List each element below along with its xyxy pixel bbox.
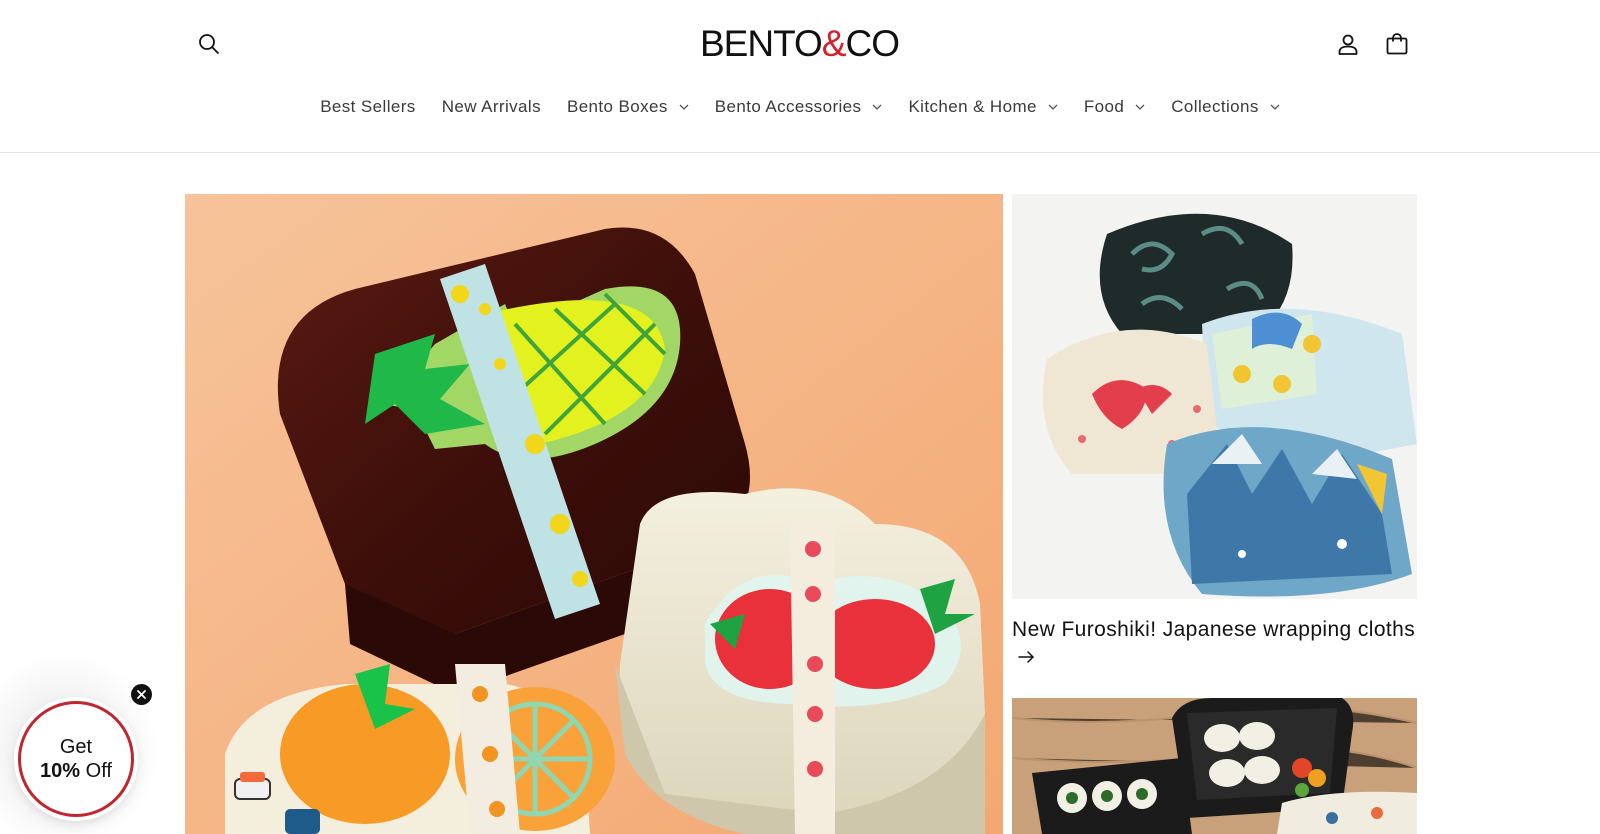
furoshiki-image-card[interactable] [1012, 194, 1417, 599]
close-icon [137, 690, 146, 699]
nav-item-bento-boxes[interactable]: Bento Boxes [554, 97, 702, 117]
nav-item-label: Kitchen & Home [908, 97, 1037, 116]
nav-item-best-sellers[interactable]: Best Sellers [307, 97, 429, 117]
bento-boxes-illustration [185, 194, 1003, 834]
nav-item-bento-accessories[interactable]: Bento Accessories [702, 97, 896, 117]
cart-button[interactable] [1381, 28, 1413, 60]
promo-text-get: Get [59, 736, 93, 758]
nav-item-label: Best Sellers [320, 97, 416, 116]
chevron-down-icon [872, 104, 882, 110]
nav-item-label: Bento Boxes [566, 97, 668, 116]
nav-item-collections[interactable]: Collections [1158, 97, 1293, 117]
promo-text-discount: 10% Off [40, 759, 112, 783]
chevron-down-icon [1135, 104, 1145, 110]
logo-text-bento: BENTO [700, 23, 823, 64]
chevron-down-icon [1270, 104, 1280, 110]
chevron-down-icon [1048, 104, 1058, 110]
logo-text-co: CO [845, 23, 899, 64]
nav-item-label: New Arrivals [441, 97, 541, 116]
furoshiki-illustration [1012, 194, 1417, 599]
logo-ampersand: & [821, 23, 847, 64]
furoshiki-caption-link[interactable]: New Furoshiki! Japanese wrapping cloths [1012, 618, 1422, 642]
promo-percent: 10% [40, 760, 81, 782]
account-button[interactable] [1332, 28, 1364, 60]
arrow-right-icon[interactable] [1018, 650, 1040, 668]
promo-close-button[interactable] [131, 684, 152, 705]
bento-sushi-illustration [1012, 698, 1417, 834]
brand-logo[interactable]: BENTO & CO [700, 23, 900, 64]
bento-sushi-image-card[interactable] [1012, 698, 1417, 834]
discount-promo-badge[interactable]: Get 10% Off [18, 701, 134, 817]
search-icon [199, 34, 219, 54]
account-icon [1338, 34, 1358, 55]
site-header: BENTO & CO Best Sellers New Arrivals Bento… [0, 0, 1600, 153]
nav-item-kitchen-home[interactable]: Kitchen & Home [895, 97, 1070, 117]
cart-icon [1386, 33, 1408, 55]
nav-item-label: Food [1083, 97, 1125, 116]
search-button[interactable] [193, 28, 225, 60]
chevron-down-icon [679, 104, 689, 110]
hero-main-image[interactable] [185, 194, 1003, 834]
promo-off-label: Off [80, 760, 112, 782]
nav-item-food[interactable]: Food [1071, 97, 1158, 117]
nav-item-label: Collections [1171, 97, 1259, 116]
main-navigation: Best Sellers New Arrivals Bento Boxes Be… [0, 88, 1600, 126]
nav-item-new-arrivals[interactable]: New Arrivals [429, 97, 554, 117]
nav-item-label: Bento Accessories [714, 97, 862, 116]
